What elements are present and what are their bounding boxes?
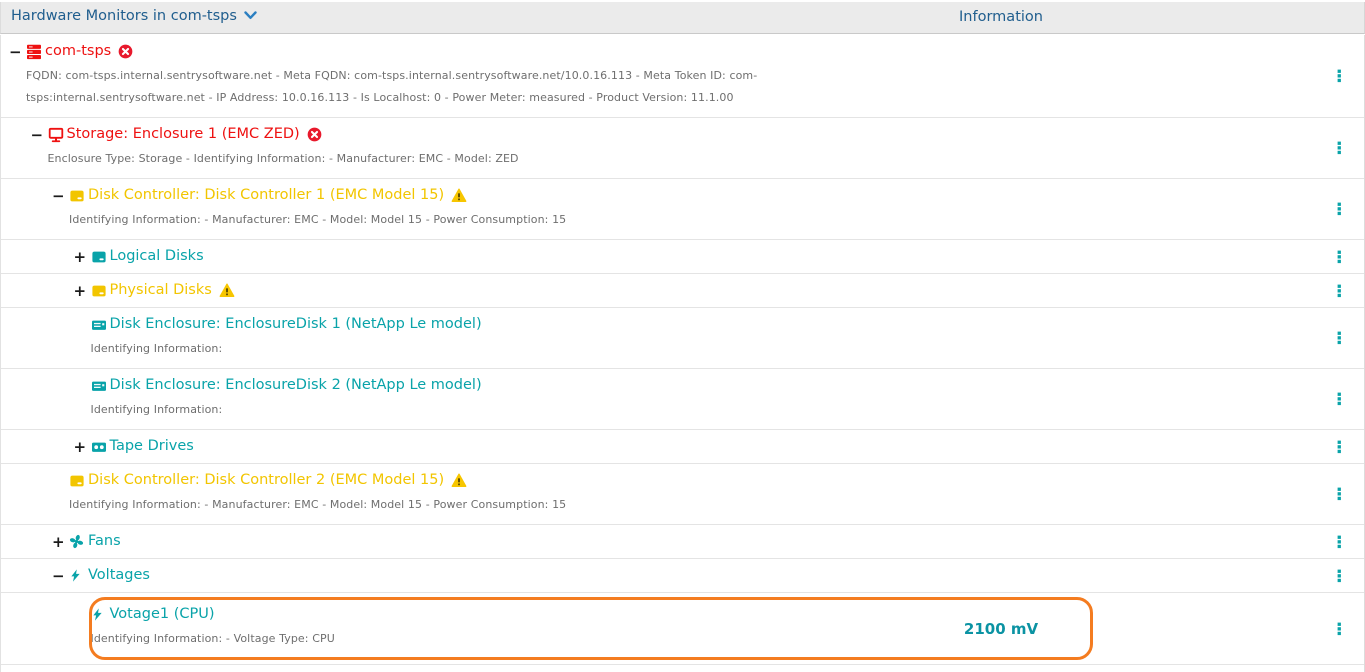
kebab-menu-icon[interactable] bbox=[1331, 283, 1347, 299]
chevron-down-icon[interactable] bbox=[244, 8, 257, 24]
information-value: 2100 mV bbox=[916, 620, 1086, 638]
disk-icon bbox=[69, 188, 88, 204]
node-details: Enclosure Type: Storage - Identifying In… bbox=[48, 148, 1365, 170]
expander-plus-icon[interactable]: + bbox=[74, 439, 91, 455]
information-column-header: Information bbox=[916, 9, 1086, 25]
enclosure-icon bbox=[91, 317, 110, 333]
bolt-icon bbox=[91, 607, 110, 622]
kebab-menu-icon[interactable] bbox=[1331, 439, 1347, 455]
expander-minus-icon[interactable]: − bbox=[31, 127, 48, 143]
disk-icon bbox=[91, 249, 110, 265]
panel-header: Hardware Monitors in com-tsps Informatio… bbox=[0, 2, 1365, 34]
expander-plus-icon[interactable]: + bbox=[74, 249, 91, 265]
node-label[interactable]: Voltages bbox=[88, 565, 150, 586]
node-label[interactable]: Disk Enclosure: EnclosureDisk 2 (NetApp … bbox=[110, 375, 482, 396]
tree-row[interactable]: − com-tsps FQDN: com-tsps.internal.sentrys… bbox=[1, 35, 1364, 118]
tree-row[interactable]: Votage1 (CPU) Identifying Information: - … bbox=[1, 593, 1364, 665]
tree-row[interactable]: − Disk Controller: Disk Controller 1 (EMC… bbox=[1, 179, 1364, 240]
kebab-menu-icon[interactable] bbox=[1331, 249, 1347, 265]
node-label[interactable]: com-tsps bbox=[45, 41, 111, 62]
server-icon bbox=[26, 44, 45, 60]
tree-row[interactable]: − Voltages bbox=[1, 559, 1364, 593]
expander-minus-icon[interactable]: − bbox=[9, 44, 26, 60]
tree-row[interactable]: + Tape Drives bbox=[1, 430, 1364, 464]
tree-row[interactable]: + Fans bbox=[1, 525, 1364, 559]
fan-icon bbox=[69, 534, 88, 549]
monitor-icon bbox=[48, 127, 67, 143]
kebab-menu-icon[interactable] bbox=[1331, 201, 1347, 217]
tree-row[interactable]: Disk Controller: Disk Controller 2 (EMC … bbox=[1, 464, 1364, 525]
tree-row[interactable]: Disk Enclosure: EnclosureDisk 1 (NetApp … bbox=[1, 308, 1364, 369]
expander-minus-icon[interactable]: − bbox=[52, 188, 69, 204]
disk-icon bbox=[91, 283, 110, 299]
bolt-icon bbox=[69, 568, 88, 583]
warning-icon bbox=[219, 283, 235, 298]
kebab-menu-icon[interactable] bbox=[1331, 330, 1347, 346]
node-label[interactable]: Disk Controller: Disk Controller 2 (EMC … bbox=[88, 470, 444, 491]
tree-row[interactable]: + Logical Disks bbox=[1, 240, 1364, 274]
node-details: FQDN: com-tsps.internal.sentrysoftware.n… bbox=[26, 65, 784, 109]
node-label[interactable]: Physical Disks bbox=[110, 280, 212, 301]
node-label[interactable]: Logical Disks bbox=[110, 246, 204, 267]
node-details: Identifying Information: bbox=[91, 399, 1365, 421]
monitor-tree: − com-tsps FQDN: com-tsps.internal.sentrys… bbox=[0, 35, 1365, 672]
expander-plus-icon[interactable]: + bbox=[52, 534, 69, 550]
enclosure-icon bbox=[91, 378, 110, 394]
hardware-monitors-panel: Hardware Monitors in com-tsps Informatio… bbox=[0, 0, 1365, 672]
kebab-menu-icon[interactable] bbox=[1331, 534, 1347, 550]
kebab-menu-icon[interactable] bbox=[1331, 621, 1347, 637]
tree-row[interactable]: Disk Enclosure: EnclosureDisk 2 (NetApp … bbox=[1, 369, 1364, 430]
node-details: Identifying Information: - Manufacturer:… bbox=[69, 494, 1364, 516]
kebab-menu-icon[interactable] bbox=[1331, 68, 1347, 84]
node-details: Identifying Information: - Manufacturer:… bbox=[69, 209, 1364, 231]
node-label[interactable]: Disk Enclosure: EnclosureDisk 1 (NetApp … bbox=[110, 314, 482, 335]
expander-minus-icon[interactable]: − bbox=[52, 568, 69, 584]
kebab-menu-icon[interactable] bbox=[1331, 140, 1347, 156]
tree-row[interactable]: − Storage: Enclosure 1 (EMC ZED) Enclosure… bbox=[1, 118, 1364, 179]
node-label[interactable]: Disk Controller: Disk Controller 1 (EMC … bbox=[88, 185, 444, 206]
warning-icon bbox=[451, 188, 467, 203]
header-title: Hardware Monitors in com-tsps bbox=[11, 8, 237, 24]
node-details: Identifying Information: bbox=[91, 338, 1365, 360]
node-label[interactable]: Storage: Enclosure 1 (EMC ZED) bbox=[67, 124, 300, 145]
error-icon bbox=[307, 127, 322, 142]
node-label[interactable]: Votage1 (CPU) bbox=[110, 604, 215, 625]
node-label[interactable]: Fans bbox=[88, 531, 121, 552]
tree-row[interactable]: + Physical Disks bbox=[1, 274, 1364, 308]
kebab-menu-icon[interactable] bbox=[1331, 568, 1347, 584]
tape-icon bbox=[91, 439, 110, 455]
expander-plus-icon[interactable]: + bbox=[74, 283, 91, 299]
error-icon bbox=[118, 44, 133, 59]
node-label[interactable]: Tape Drives bbox=[110, 436, 194, 457]
kebab-menu-icon[interactable] bbox=[1331, 391, 1347, 407]
node-details: Identifying Information: - Voltage Type:… bbox=[91, 628, 1365, 650]
warning-icon bbox=[451, 473, 467, 488]
header-title-dropdown[interactable]: Hardware Monitors in com-tsps bbox=[11, 8, 257, 24]
disk-icon bbox=[69, 473, 88, 489]
kebab-menu-icon[interactable] bbox=[1331, 486, 1347, 502]
